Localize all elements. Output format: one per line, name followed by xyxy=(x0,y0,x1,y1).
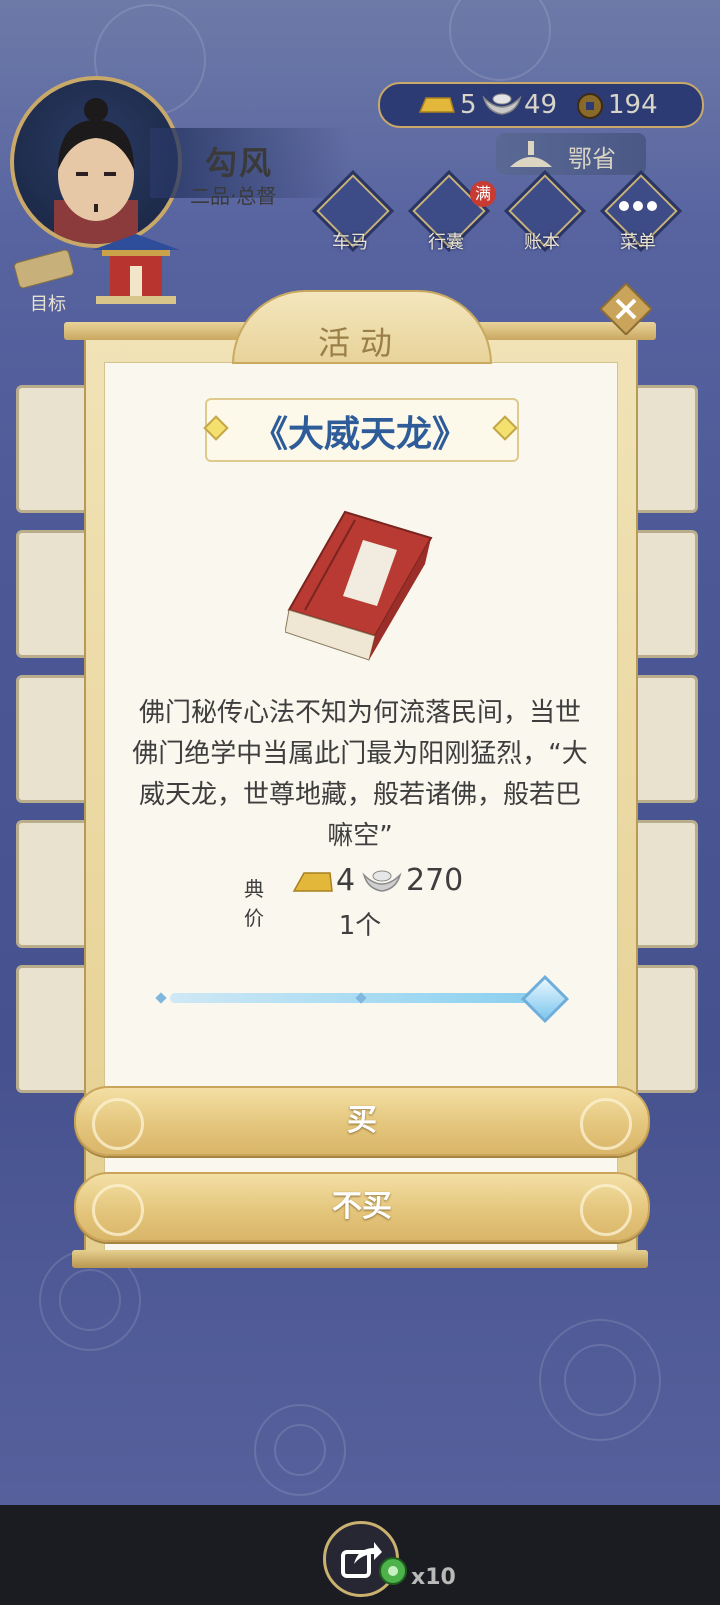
buy-button[interactable]: 买 xyxy=(74,1086,650,1156)
bottom-bar: x10 xyxy=(0,1505,720,1605)
gold-count: 5 xyxy=(460,90,477,120)
share-count: x10 xyxy=(411,1565,456,1590)
target-scroll-icon[interactable] xyxy=(10,248,80,292)
silver-ingot-icon xyxy=(362,870,402,892)
nav-ledger-button[interactable]: 账本 xyxy=(500,169,587,258)
nav-menu-button[interactable]: 菜单 xyxy=(596,169,683,258)
nav-bag-label: 行囊 xyxy=(428,232,464,253)
buy-label: 买 xyxy=(347,1103,377,1138)
item-name: 《大威天龙》 xyxy=(251,414,468,455)
price-gold: 4 xyxy=(336,863,356,898)
jade-token-icon xyxy=(379,1557,407,1585)
decline-button[interactable]: 不买 xyxy=(74,1172,650,1242)
close-icon[interactable] xyxy=(600,283,652,335)
silver-count: 49 xyxy=(524,90,558,120)
bag-full-badge: 满 xyxy=(470,181,496,207)
location-label: 鄂省 xyxy=(568,145,616,173)
item-description: 佛门秘传心法不知为何流落民间，当世佛门绝学中当属此门最为阳刚猛烈，“大威天龙，世… xyxy=(132,698,588,851)
decline-label: 不买 xyxy=(332,1189,392,1224)
nav-carriage-label: 车马 xyxy=(332,232,368,253)
player-name: 勾风 xyxy=(205,144,274,182)
location-button[interactable]: 鄂省 xyxy=(496,133,646,175)
quantity-slider[interactable] xyxy=(170,993,535,1003)
nav-ledger-label: 账本 xyxy=(524,232,560,253)
gold-ingot-icon xyxy=(292,872,333,892)
nav-menu-label: 菜单 xyxy=(620,232,656,253)
silver-ingot-icon xyxy=(482,93,522,115)
temple-icon[interactable] xyxy=(88,232,184,312)
currency-bar: 5 49 194 xyxy=(378,82,704,128)
official-hat-icon xyxy=(510,141,552,167)
coin-count: 194 xyxy=(608,90,658,120)
dialog-bottom-bar xyxy=(72,1250,648,1268)
player-rank: 二品·总督 xyxy=(190,184,277,208)
share-icon xyxy=(341,1542,382,1578)
copper-coin-icon xyxy=(577,93,603,119)
price-silver: 270 xyxy=(406,863,464,898)
dialog-title: 活动 xyxy=(317,324,402,362)
book-icon xyxy=(285,510,433,661)
target-label[interactable]: 目标 xyxy=(30,290,66,316)
nav-carriage-button[interactable]: 车马 xyxy=(308,169,395,258)
quantity-label: 1个 xyxy=(338,911,382,941)
gold-ingot-icon xyxy=(418,97,455,113)
more-dots-icon xyxy=(619,201,657,211)
